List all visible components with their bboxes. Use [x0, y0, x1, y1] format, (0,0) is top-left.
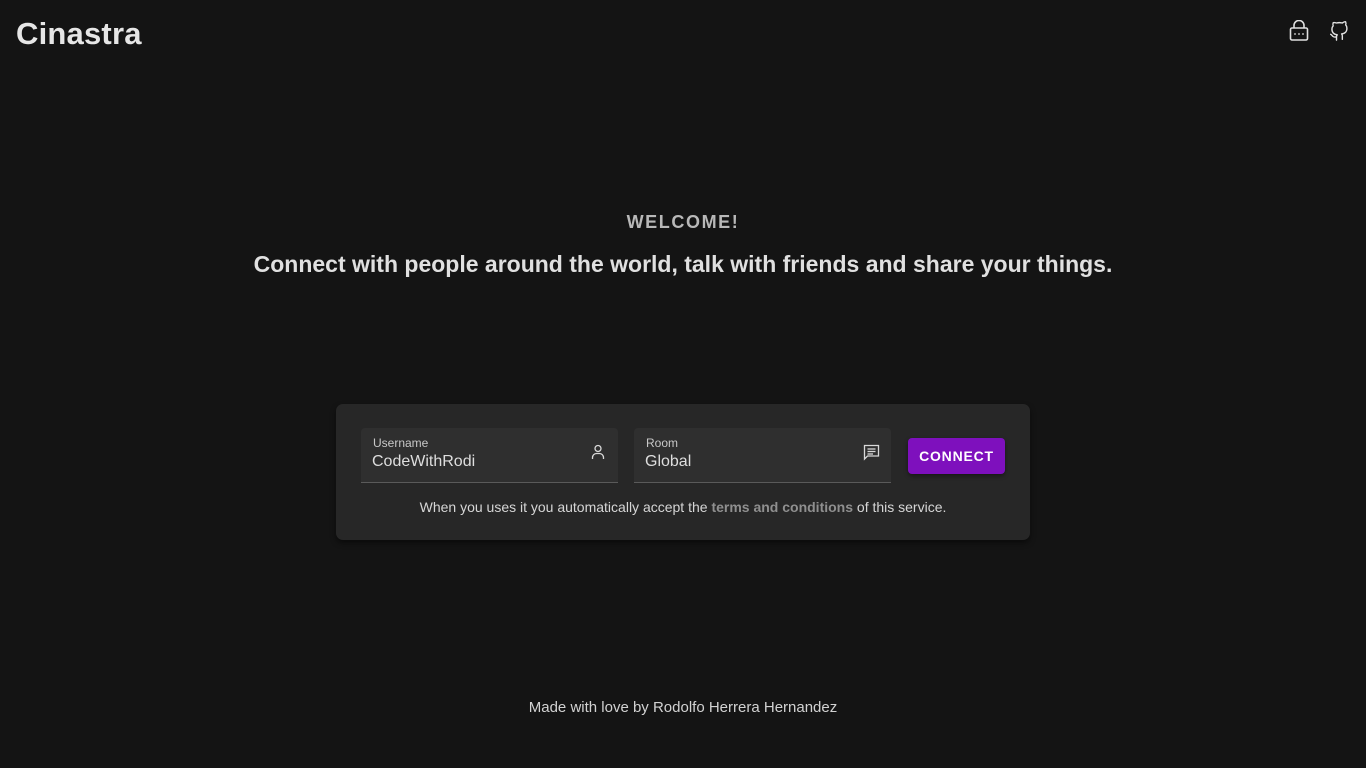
username-input[interactable]	[372, 453, 572, 471]
app-root: Cinastra WELCOME! Connect with people ar…	[0, 0, 1366, 768]
terms-prefix: When you uses it you automatically accep…	[419, 499, 708, 515]
lock-keyboard-icon[interactable]	[1288, 18, 1310, 44]
app-title: Cinastra	[16, 16, 142, 51]
username-label: Username	[373, 436, 429, 450]
connect-card: Username Room CONNECT	[336, 404, 1030, 540]
tagline: Connect with people around the world, ta…	[253, 251, 1113, 277]
welcome-heading: WELCOME!	[626, 212, 740, 232]
room-input[interactable]	[645, 453, 845, 471]
room-label: Room	[646, 436, 679, 450]
github-icon[interactable]	[1328, 18, 1350, 44]
terms-link[interactable]: terms and conditions	[711, 499, 853, 515]
top-actions	[1288, 18, 1350, 44]
user-icon	[589, 443, 607, 461]
username-field[interactable]: Username	[361, 428, 618, 483]
footer-credit: Made with love by Rodolfo Herrera Hernan…	[528, 699, 838, 716]
room-field[interactable]: Room	[634, 428, 891, 483]
connect-button[interactable]: CONNECT	[908, 438, 1005, 474]
chat-icon	[862, 443, 880, 461]
hero-section: WELCOME! Connect with people around the …	[0, 210, 1366, 278]
terms-suffix: of this service.	[856, 499, 947, 515]
terms-notice: When you uses it you automatically accep…	[336, 499, 1030, 515]
